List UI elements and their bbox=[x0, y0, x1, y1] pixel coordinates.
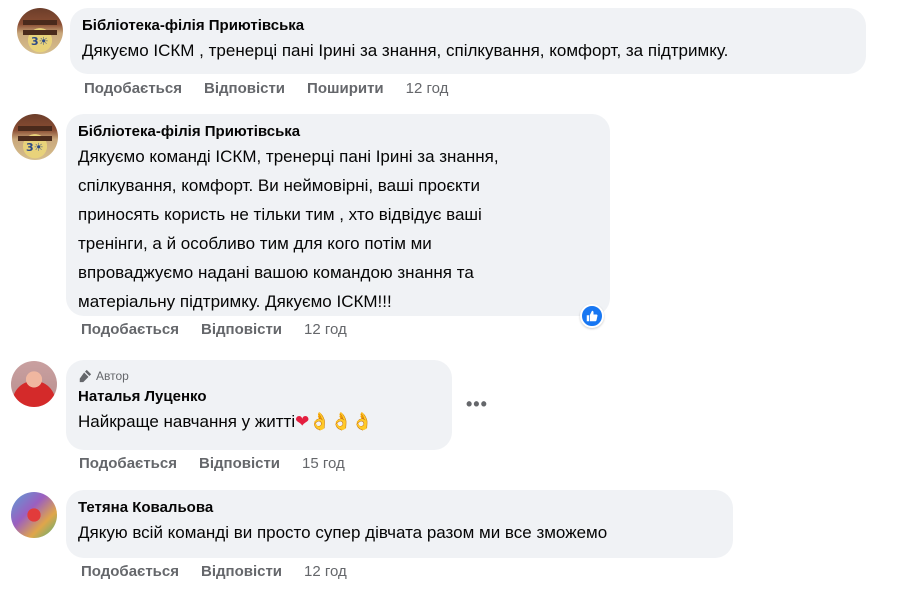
avatar[interactable]: 3☀ bbox=[17, 8, 63, 54]
comment-bubble: Автор Наталья Луценко Найкраще навчання … bbox=[66, 360, 452, 450]
comment-actions: Подобається Відповісти Поширити 12 год bbox=[84, 79, 448, 99]
author-badge-label: Автор bbox=[96, 369, 129, 383]
like-button[interactable]: Подобається bbox=[84, 79, 182, 99]
share-button[interactable]: Поширити bbox=[307, 79, 384, 99]
comment-text-line: тренінги, а й особливо тим для кого поті… bbox=[78, 234, 432, 253]
avatar[interactable]: 3☀ bbox=[12, 114, 58, 160]
reply-button[interactable]: Відповісти bbox=[201, 562, 282, 582]
comment-text-line: спілкування, комфорт. Ви неймовірні, ваш… bbox=[78, 176, 480, 195]
comment-author[interactable]: Бібліотека-філія Приютівська bbox=[78, 122, 598, 142]
like-reaction-icon[interactable] bbox=[580, 304, 604, 328]
comment-author[interactable]: Бібліотека-філія Приютівська bbox=[82, 16, 854, 36]
comment-timestamp[interactable]: 12 год bbox=[406, 79, 449, 99]
comment-actions: Подобається Відповісти 15 год bbox=[79, 454, 345, 474]
library-logo-icon: 3☀ bbox=[26, 141, 44, 154]
avatar[interactable] bbox=[11, 361, 57, 407]
comment-actions: Подобається Відповісти 12 год bbox=[81, 562, 347, 582]
comment-timestamp[interactable]: 12 год bbox=[304, 562, 347, 582]
comment-actions: Подобається Відповісти 12 год bbox=[81, 320, 347, 340]
comment-text-line: Дякуємо команді ІСКМ, тренерці пані Ірин… bbox=[78, 147, 499, 166]
comment-timestamp[interactable]: 12 год bbox=[304, 320, 347, 340]
comment-bubble: Бібліотека-філія Приютівська Дякуємо ІСК… bbox=[70, 8, 866, 74]
reply-button[interactable]: Відповісти bbox=[199, 454, 280, 474]
comment-text-line: матеріальну підтримку. Дякуємо ІСКМ!!! bbox=[78, 292, 392, 311]
comment-timestamp[interactable]: 15 год bbox=[302, 454, 345, 474]
comment-text-line: приносять користь не тільки тим , хто ві… bbox=[78, 205, 482, 224]
like-button[interactable]: Подобається bbox=[81, 320, 179, 340]
comment-text-line: впроваджуємо надані вашою командою знанн… bbox=[78, 263, 474, 282]
comment-text: Найкраще навчання у житті❤👌👌👌 bbox=[78, 407, 440, 436]
avatar[interactable] bbox=[11, 492, 57, 538]
microphone-icon bbox=[79, 369, 92, 383]
comment-bubble: Бібліотека-філія Приютівська Дякуємо ком… bbox=[66, 114, 610, 316]
author-badge: Автор bbox=[78, 368, 440, 384]
comment-text-body: Найкраще навчання у житті bbox=[78, 412, 296, 431]
comment-text: Дякую всій команді ви просто супер дівча… bbox=[78, 523, 608, 542]
reply-button[interactable]: Відповісти bbox=[201, 320, 282, 340]
heart-ok-emojis-icon: ❤👌👌👌 bbox=[295, 412, 373, 431]
comment-text: Дякуємо ІСКМ , тренерці пані Ірині за зн… bbox=[82, 41, 729, 60]
like-button[interactable]: Подобається bbox=[81, 562, 179, 582]
comment-author[interactable]: Тетяна Ковальова bbox=[78, 498, 721, 518]
thumbs-up-icon bbox=[586, 310, 598, 322]
comment-bubble: Тетяна Ковальова Дякую всій команді ви п… bbox=[66, 490, 733, 558]
like-button[interactable]: Подобається bbox=[79, 454, 177, 474]
more-options-icon[interactable]: ••• bbox=[466, 394, 488, 415]
comment-author[interactable]: Наталья Луценко bbox=[78, 387, 440, 407]
reply-button[interactable]: Відповісти bbox=[204, 79, 285, 99]
library-logo-icon: 3☀ bbox=[31, 35, 49, 48]
